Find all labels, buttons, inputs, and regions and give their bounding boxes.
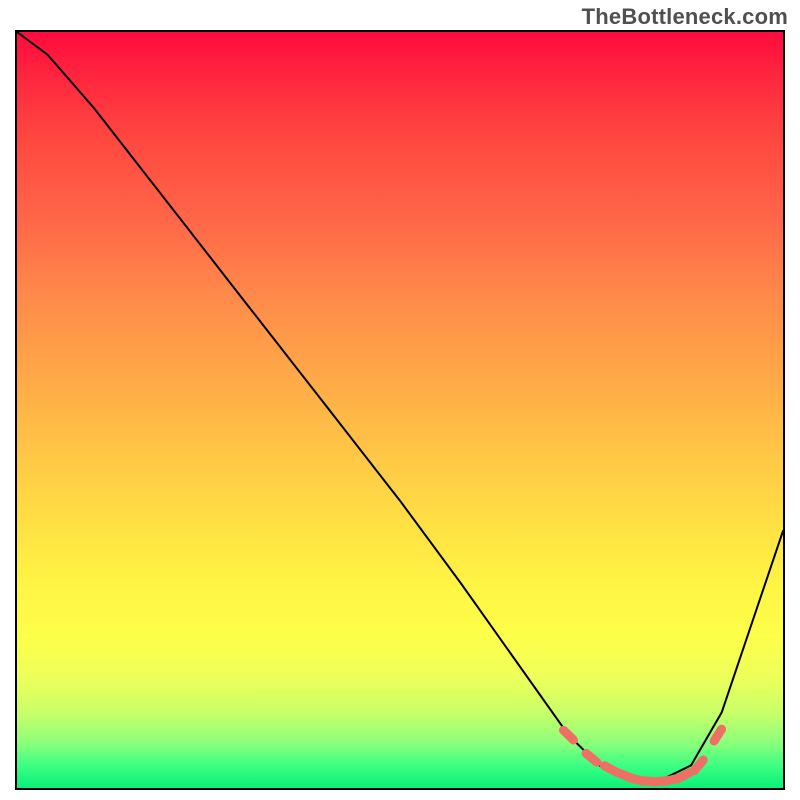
trough-marker [677,773,689,780]
trough-marker [694,760,703,771]
main-curve [17,32,783,780]
trough-marker [586,753,597,762]
watermark-label: TheBottleneck.com [582,4,788,30]
trough-marker [564,730,574,740]
chart-canvas [17,32,783,788]
chart-frame [15,30,785,790]
trough-marker [714,729,722,741]
trough-marker [605,766,617,773]
